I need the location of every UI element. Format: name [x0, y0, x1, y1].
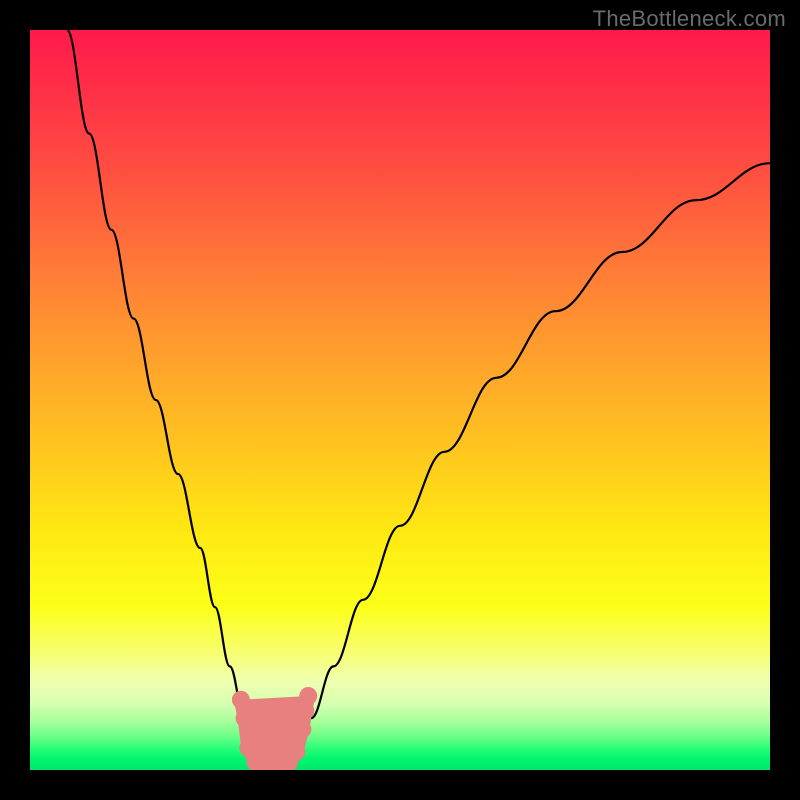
watermark-text: TheBottleneck.com — [593, 6, 786, 32]
curves-svg — [30, 30, 770, 770]
marker-dot — [293, 720, 311, 738]
right-curve — [289, 163, 770, 770]
marker-dot — [296, 702, 314, 720]
plot-area — [30, 30, 770, 770]
marker-dot — [287, 743, 305, 761]
marker-dot — [236, 709, 254, 727]
chart-frame: TheBottleneck.com — [0, 0, 800, 800]
marker-dot — [232, 691, 250, 709]
left-curve — [67, 30, 259, 770]
marker-dot — [299, 687, 317, 705]
